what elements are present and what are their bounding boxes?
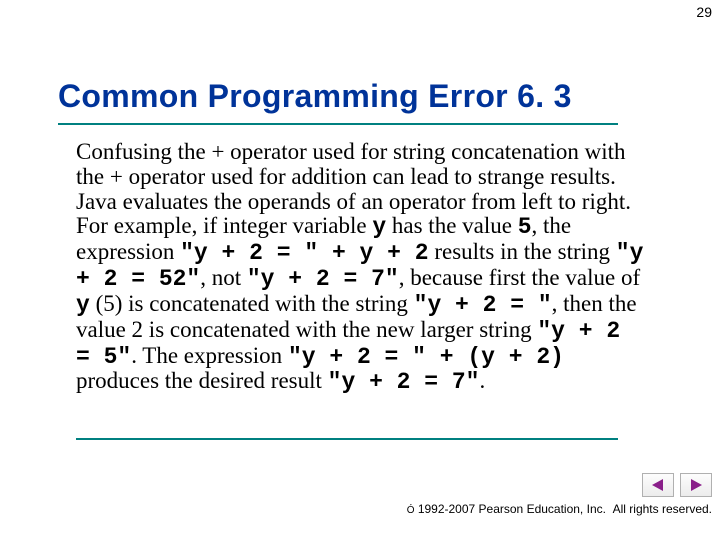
code-run: "y + 2 = 7"	[247, 266, 399, 292]
code-run: 5	[518, 214, 532, 240]
body-underline	[76, 438, 618, 440]
code-run: "y + 2 = " + y + 2	[180, 240, 428, 266]
body-text: Confusing the + operator used for string…	[76, 140, 646, 395]
copyright-rights: All rights reserved.	[613, 502, 712, 516]
title-underline	[58, 123, 618, 125]
body-run: . The expression	[131, 343, 288, 368]
page-number: 29	[696, 4, 712, 20]
body-run: has the value	[386, 213, 518, 238]
body-run: , not	[200, 265, 247, 290]
body-run: produces the desired result	[76, 368, 328, 393]
nav-controls	[642, 473, 712, 497]
slide-title: Common Programming Error 6. 3	[58, 78, 572, 115]
body-run: (5) is concatenated with the string	[90, 291, 414, 316]
code-run: "y + 2 = "	[414, 292, 552, 318]
next-button[interactable]	[680, 473, 712, 497]
code-run: "y + 2 = " + (y + 2)	[288, 344, 564, 370]
triangle-left-icon	[651, 478, 665, 492]
copyright-symbol: Ó	[407, 505, 415, 516]
slide: 29 Common Programming Error 6. 3 Confusi…	[0, 0, 720, 540]
code-run: "y + 2 = 7"	[328, 369, 480, 395]
triangle-right-icon	[689, 478, 703, 492]
copyright-footer: Ó 1992-2007 Pearson Education, Inc. All …	[407, 502, 712, 516]
code-run: y	[76, 292, 90, 318]
body-run: , because first the value of	[399, 265, 640, 290]
body-run: results in the string	[429, 239, 616, 264]
code-run: y	[372, 214, 386, 240]
prev-button[interactable]	[642, 473, 674, 497]
body-run: .	[479, 368, 485, 393]
copyright-years: 1992-2007 Pearson Education, Inc.	[418, 502, 606, 516]
